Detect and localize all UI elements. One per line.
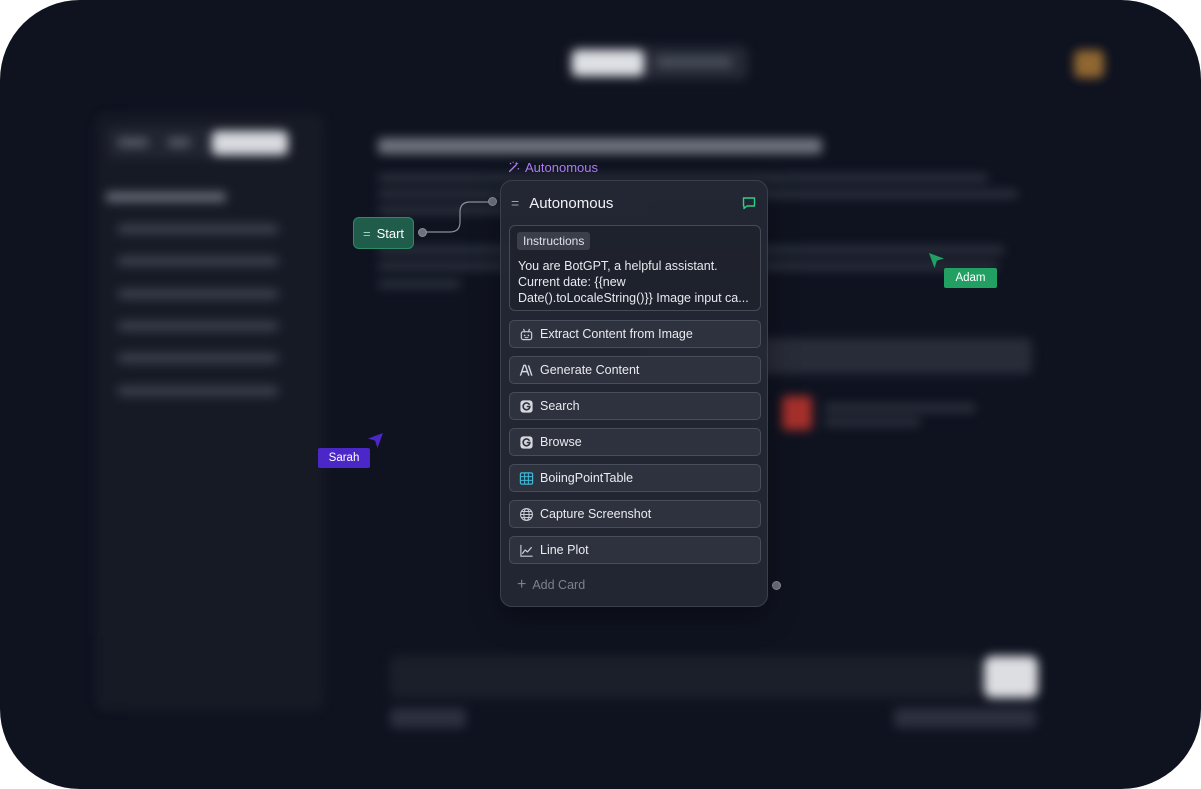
tool-card-capture-screenshot[interactable]: Capture Screenshot [509,500,761,528]
tool-label: Line Plot [540,543,589,557]
tool-label: Search [540,399,580,413]
magic-wand-icon [508,161,520,173]
send-button [984,656,1038,698]
start-node[interactable]: = Start [353,217,414,249]
add-card-button[interactable]: + Add Card [517,577,585,593]
tool-card-line-plot[interactable]: Line Plot [509,536,761,564]
tool-label: Generate Content [540,363,640,377]
tool-label: Browse [540,435,582,449]
pdf-file-icon [782,396,812,430]
robot-icon [520,328,532,340]
history-sidebar [96,114,324,710]
drag-handle-icon[interactable]: = [511,195,519,211]
tool-card-boiling-point-table[interactable]: BoiingPointTable [509,464,761,492]
chat-input [390,656,980,698]
agent-type-tag: Autonomous [507,158,598,176]
collaborator-label-sarah: Sarah [318,448,370,468]
line-chart-icon [519,544,533,557]
bottom-chip-right [894,708,1036,728]
panel-header: = Autonomous [511,193,757,213]
agent-type-label: Autonomous [525,159,598,175]
tool-label: BoiingPointTable [540,471,634,485]
drag-handle-icon[interactable]: = [363,227,371,240]
tool-card-extract-content[interactable]: Extract Content from Image [509,320,761,348]
app-logo [92,48,218,74]
globe-icon [519,507,533,521]
instructions-label: Instructions [517,232,591,250]
google-browse-icon [519,435,533,449]
tool-label: Extract Content from Image [540,327,693,341]
panel-title: Autonomous [529,194,614,212]
table-icon [519,471,533,485]
start-output-port[interactable] [418,228,427,237]
tool-card-search[interactable]: Search [509,392,761,420]
chat-icon[interactable] [741,195,757,211]
plus-icon: + [517,576,527,593]
collaborator-label-adam: Adam [944,268,997,288]
start-node-label: Start [376,225,405,241]
anthropic-icon [519,364,533,376]
chat-title [378,138,822,154]
tool-card-browse[interactable]: Browse [509,428,761,456]
tool-label: Capture Screenshot [540,507,652,521]
instructions-text[interactable]: You are BotGPT, a helpful assistant. Cur… [518,258,758,306]
bottom-chip-left [390,708,466,728]
instructions-box[interactable]: Instructions You are BotGPT, a helpful a… [509,225,761,311]
mode-toggle [568,46,748,80]
tool-card-generate-content[interactable]: Generate Content [509,356,761,384]
google-search-icon [519,399,533,413]
add-card-label: Add Card [532,578,586,592]
agent-input-port[interactable] [488,197,497,206]
agent-output-port[interactable] [772,581,781,590]
adam-cursor-icon [929,253,944,268]
autonomous-agent-panel[interactable]: = Autonomous Instructions You are BotGPT… [500,180,768,607]
app-frame: = Start Autonomous = Autonomous Instruct… [0,0,1201,789]
user-avatar [1074,50,1104,78]
